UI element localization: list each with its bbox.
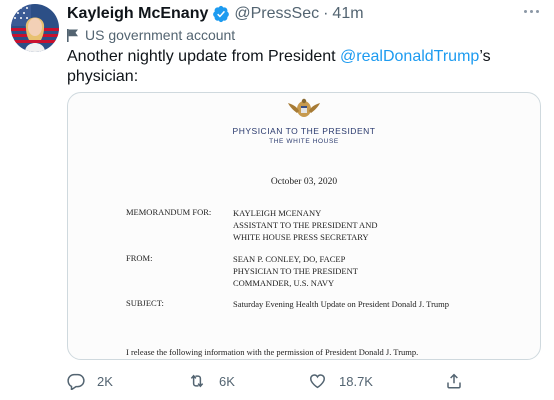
memo-line: ASSISTANT TO THE PRESIDENT AND: [233, 220, 378, 230]
share-icon: [447, 373, 461, 389]
government-account-label[interactable]: US government account: [67, 26, 235, 44]
from-sender: SEAN P. CONLEY, DO, FACEP PHYSICIAN TO T…: [233, 253, 358, 289]
memo-label: MEMORANDUM FOR:: [126, 207, 212, 217]
retweet-count: 6K: [219, 373, 235, 389]
like-button[interactable]: 18.7K: [308, 372, 373, 390]
more-icon[interactable]: [524, 6, 542, 16]
avatar[interactable]: [11, 4, 59, 52]
document-header-subtitle: THE WHITE HOUSE: [269, 138, 339, 145]
flag-icon: [67, 28, 78, 42]
reply-count: 2K: [97, 373, 113, 389]
from-line: SEAN P. CONLEY, DO, FACEP: [233, 254, 346, 264]
memo-document: PHYSICIAN TO THE PRESIDENT THE WHITE HOU…: [68, 93, 540, 359]
memo-recipient: KAYLEIGH MCENANY ASSISTANT TO THE PRESID…: [233, 207, 377, 243]
heart-icon: [309, 374, 326, 389]
tweet-header: Kayleigh McEnany @PressSec · 41m: [67, 3, 364, 25]
share-button[interactable]: [445, 372, 475, 390]
tweet-text-start: Another nightly update from President: [67, 48, 341, 65]
document-header-title: PHYSICIAN TO THE PRESIDENT: [232, 126, 376, 136]
subject-label: SUBJECT:: [126, 298, 164, 308]
mention-link[interactable]: @realDonaldTrump: [340, 48, 479, 65]
author-name[interactable]: Kayleigh McEnany: [67, 5, 208, 23]
from-label: FROM:: [126, 253, 153, 263]
presidential-seal-icon: [288, 98, 320, 117]
document-body-line: I release the following information with…: [126, 347, 419, 357]
retweet-button[interactable]: 6K: [187, 372, 235, 390]
tweet-text: Another nightly update from President @r…: [67, 47, 537, 87]
like-count: 18.7K: [339, 373, 373, 389]
government-label-text: US government account: [85, 27, 236, 43]
verified-badge-icon: [213, 5, 230, 23]
from-line: PHYSICIAN TO THE PRESIDENT: [233, 266, 358, 276]
memo-line: WHITE HOUSE PRESS SECRETARY: [233, 232, 369, 242]
from-line: COMMANDER, U.S. NAVY: [233, 278, 335, 288]
separator: ·: [323, 5, 329, 22]
retweet-icon: [190, 374, 204, 388]
document-date: October 03, 2020: [270, 177, 338, 187]
media-image[interactable]: PHYSICIAN TO THE PRESIDENT THE WHITE HOU…: [67, 92, 541, 360]
profile-photo: [11, 4, 59, 52]
memo-line: KAYLEIGH MCENANY: [233, 208, 322, 218]
reply-icon: [67, 373, 85, 390]
tweet-timestamp[interactable]: 41m: [332, 5, 363, 23]
author-handle[interactable]: @PressSec: [234, 5, 319, 23]
subject-value: Saturday Evening Health Update on Presid…: [233, 299, 450, 309]
reply-button[interactable]: 2K: [67, 372, 113, 390]
action-bar: 2K 6K 18.7K: [67, 372, 527, 390]
